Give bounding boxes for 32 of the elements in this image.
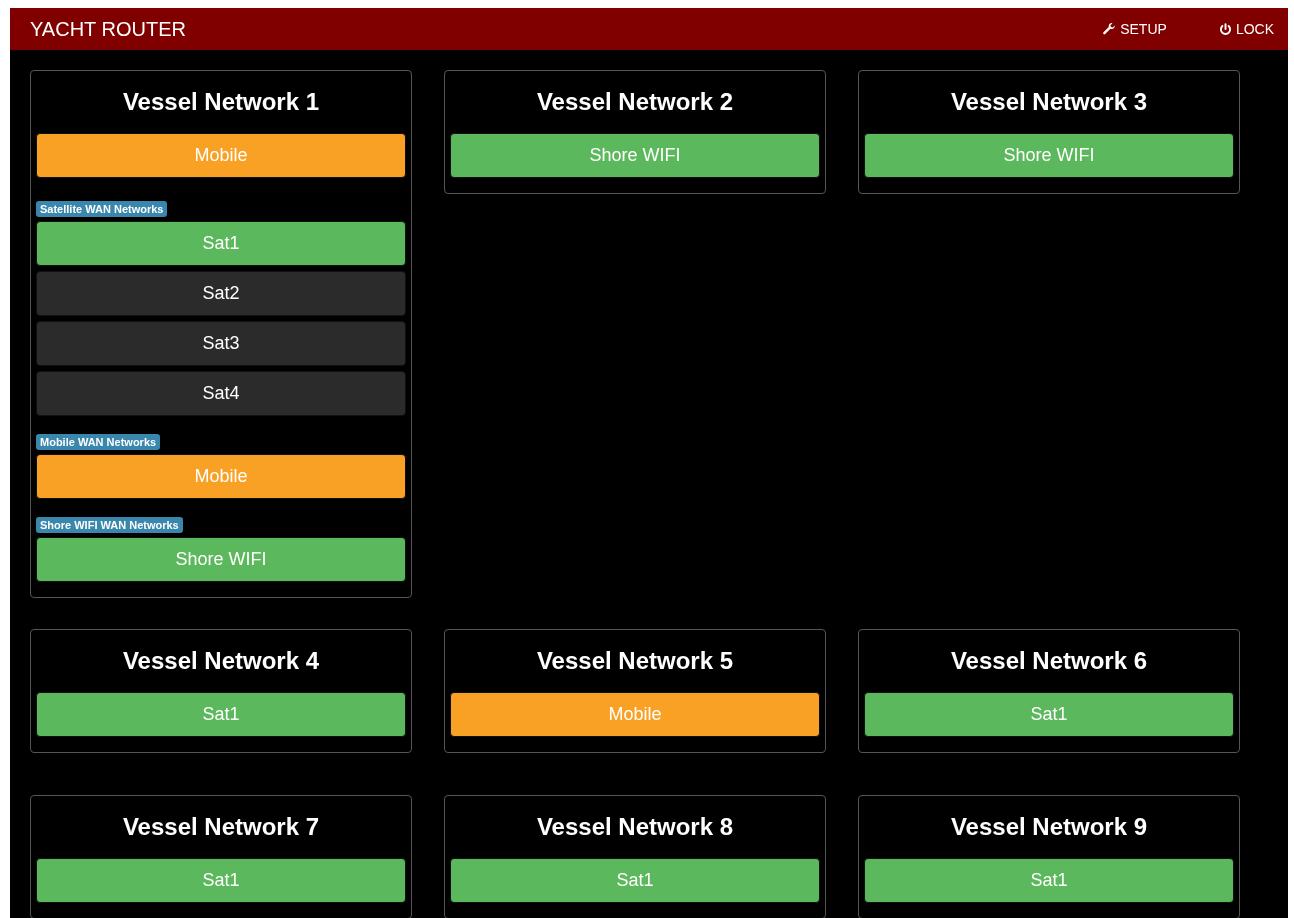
card-title: Vessel Network 6 bbox=[949, 646, 1149, 676]
network-button[interactable]: Sat3 bbox=[36, 321, 406, 366]
power-icon bbox=[1218, 22, 1232, 36]
setup-link[interactable]: SETUP bbox=[1102, 21, 1167, 37]
card-title: Vessel Network 2 bbox=[535, 87, 735, 117]
network-button[interactable]: Sat1 bbox=[864, 858, 1234, 903]
card-title: Vessel Network 4 bbox=[121, 646, 321, 676]
network-button[interactable]: Sat1 bbox=[36, 692, 406, 737]
wrench-icon bbox=[1102, 22, 1117, 36]
app-title: YACHT ROUTER bbox=[30, 17, 187, 41]
card-title: Vessel Network 3 bbox=[949, 87, 1149, 117]
network-button[interactable]: Shore WIFI bbox=[36, 537, 406, 582]
group-label: Mobile WAN Networks bbox=[36, 434, 161, 450]
network-button[interactable]: Sat2 bbox=[36, 271, 406, 316]
card-title: Vessel Network 7 bbox=[121, 812, 321, 842]
network-button[interactable]: Sat1 bbox=[864, 692, 1234, 737]
card-title: Vessel Network 5 bbox=[535, 646, 735, 676]
network-button[interactable]: Mobile bbox=[450, 692, 820, 737]
network-button[interactable]: Mobile bbox=[36, 454, 406, 499]
network-button[interactable]: Shore WIFI bbox=[450, 133, 820, 178]
group-label: Shore WIFI WAN Networks bbox=[36, 517, 183, 533]
lock-link[interactable]: LOCK bbox=[1218, 21, 1274, 37]
card-title: Vessel Network 8 bbox=[535, 812, 735, 842]
card-title: Vessel Network 1 bbox=[121, 87, 321, 117]
network-button[interactable]: Mobile bbox=[36, 133, 406, 178]
network-button[interactable]: Shore WIFI bbox=[864, 133, 1234, 178]
network-button[interactable]: Sat1 bbox=[36, 858, 406, 903]
card-title: Vessel Network 9 bbox=[949, 812, 1149, 842]
network-button[interactable]: Sat4 bbox=[36, 371, 406, 416]
network-button[interactable]: Sat1 bbox=[450, 858, 820, 903]
network-button[interactable]: Sat1 bbox=[36, 221, 406, 266]
group-label: Satellite WAN Networks bbox=[36, 201, 168, 217]
